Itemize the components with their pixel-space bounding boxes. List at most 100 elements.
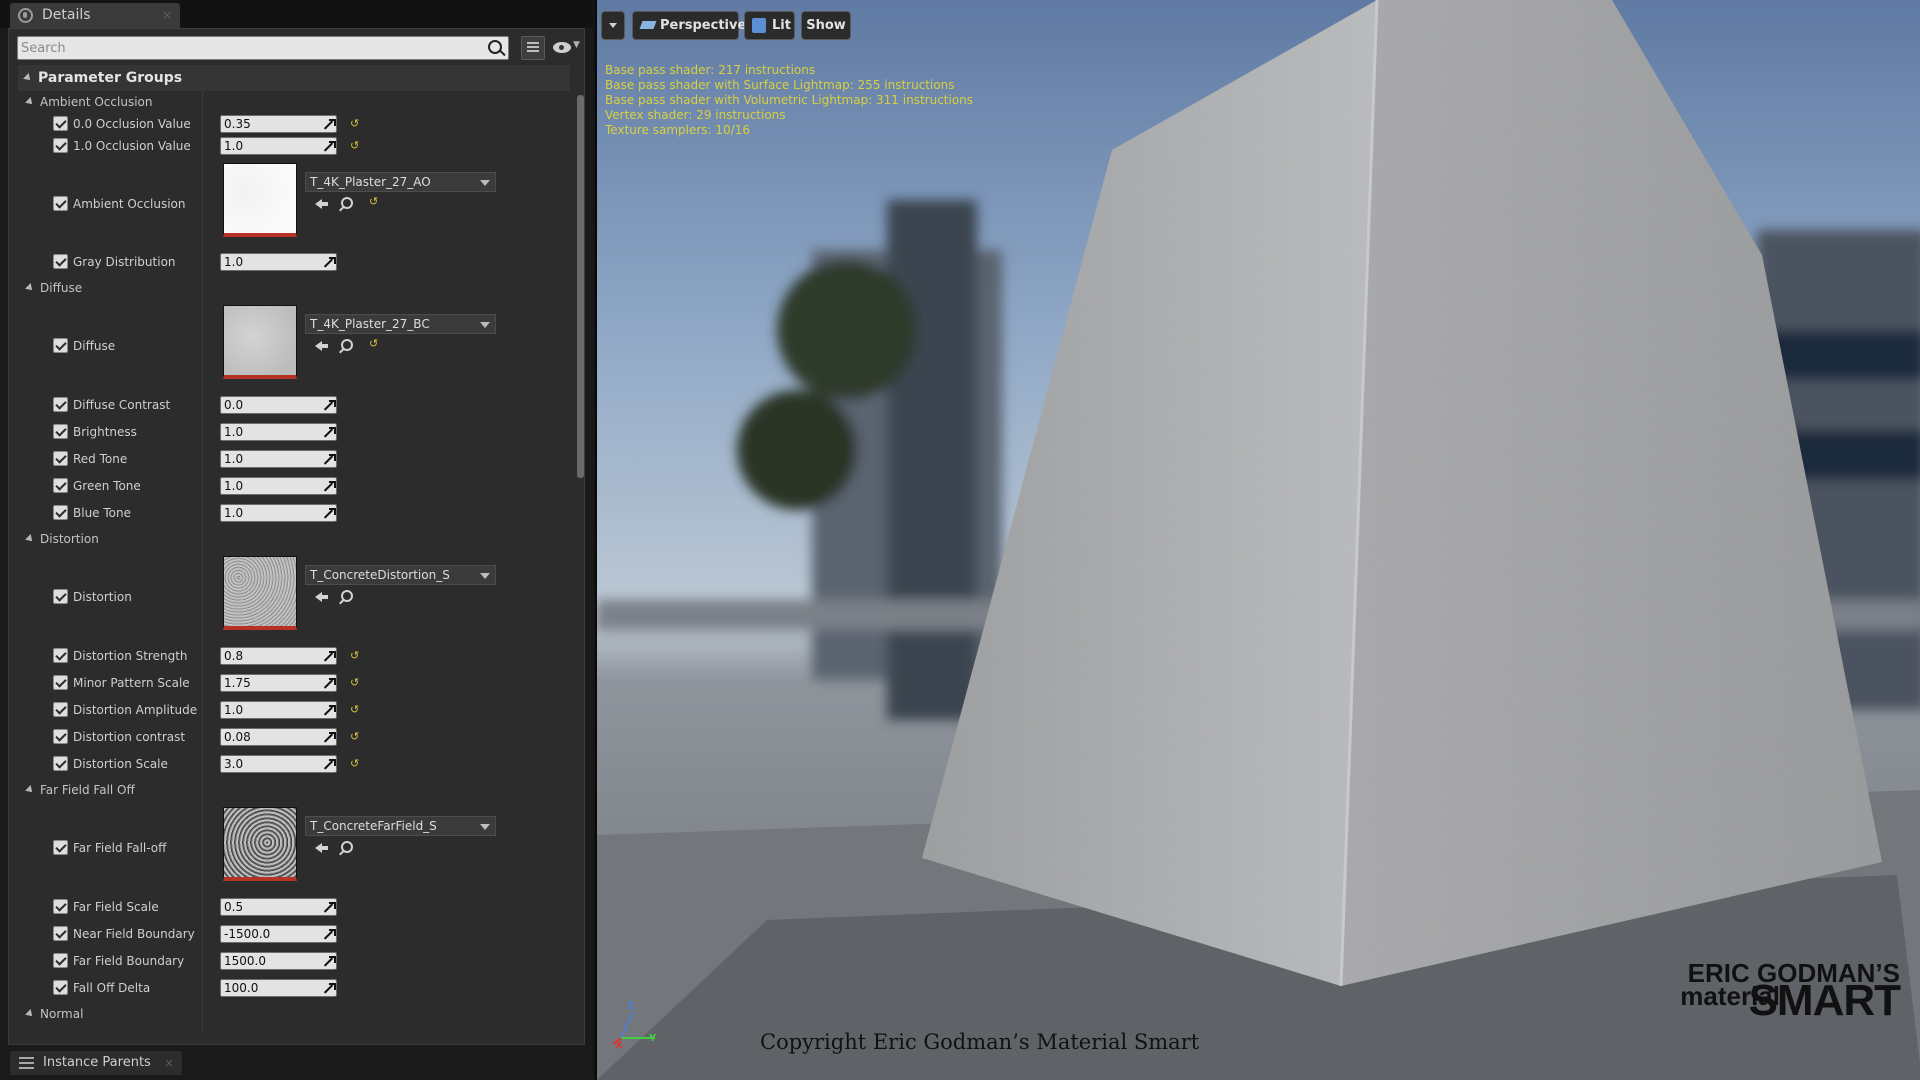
value-field[interactable]: 1.0 (220, 137, 337, 155)
drag-spin-icon[interactable] (323, 956, 336, 967)
override-checkbox[interactable] (53, 980, 68, 995)
close-icon[interactable]: × (164, 1051, 174, 1075)
texture-thumbnail[interactable] (223, 556, 297, 630)
group-diffuse[interactable]: Diffuse (18, 277, 570, 299)
lit-button[interactable]: Lit (744, 11, 795, 40)
reset-to-default-icon[interactable]: ↺ (350, 753, 359, 775)
details-tab[interactable]: Details × (10, 3, 180, 28)
override-checkbox[interactable] (53, 424, 68, 439)
reset-to-default-icon[interactable]: ↺ (350, 699, 359, 721)
viewport[interactable]: Perspective Lit Show Base pass shader: 2… (595, 0, 1920, 1080)
expand-arrow-icon[interactable] (25, 785, 35, 795)
drag-spin-icon[interactable] (323, 929, 336, 940)
drag-spin-icon[interactable] (323, 732, 336, 743)
reset-to-default-icon[interactable]: ↺ (369, 337, 378, 350)
override-checkbox[interactable] (53, 702, 68, 717)
reset-to-default-icon[interactable]: ↺ (369, 195, 378, 208)
browse-search-icon[interactable] (341, 197, 353, 209)
eye-icon[interactable] (553, 42, 571, 53)
drag-spin-icon[interactable] (323, 508, 336, 519)
viewport-options-dropdown[interactable] (601, 11, 625, 40)
drag-spin-icon[interactable] (323, 119, 336, 130)
value-field[interactable]: 0.5 (220, 898, 337, 916)
drag-spin-icon[interactable] (323, 705, 336, 716)
chevron-down-icon[interactable] (480, 322, 490, 328)
override-checkbox[interactable] (53, 116, 68, 131)
reset-to-default-icon[interactable]: ↺ (350, 135, 359, 157)
drag-spin-icon[interactable] (323, 651, 336, 662)
use-selected-arrow-icon[interactable] (315, 198, 328, 210)
chevron-down-icon[interactable] (480, 180, 490, 186)
reset-to-default-icon[interactable]: ↺ (350, 113, 359, 135)
expand-arrow-icon[interactable] (25, 534, 35, 544)
override-checkbox[interactable] (53, 196, 68, 211)
value-field[interactable]: 0.0 (220, 396, 337, 414)
override-checkbox[interactable] (53, 254, 68, 269)
use-selected-arrow-icon[interactable] (315, 340, 328, 352)
drag-spin-icon[interactable] (323, 902, 336, 913)
reset-to-default-icon[interactable]: ↺ (350, 672, 359, 694)
show-button[interactable]: Show (801, 11, 851, 40)
override-checkbox[interactable] (53, 840, 68, 855)
texture-thumbnail[interactable] (223, 163, 297, 237)
chevron-down-icon[interactable] (480, 573, 490, 579)
group-normal[interactable]: Normal (18, 1003, 570, 1025)
value-field[interactable]: 0.08 (220, 728, 337, 746)
expand-arrow-icon[interactable] (23, 73, 33, 83)
drag-spin-icon[interactable] (323, 759, 336, 770)
value-field[interactable]: 100.0 (220, 979, 337, 997)
value-field[interactable]: 1.75 (220, 674, 337, 692)
drag-spin-icon[interactable] (323, 983, 336, 994)
asset-picker[interactable]: T_ConcreteFarField_S (305, 816, 496, 836)
instance-parents-tab[interactable]: Instance Parents × (10, 1051, 182, 1075)
browse-search-icon[interactable] (341, 841, 353, 853)
override-checkbox[interactable] (53, 451, 68, 466)
drag-spin-icon[interactable] (323, 454, 336, 465)
drag-spin-icon[interactable] (323, 141, 336, 152)
texture-thumbnail[interactable] (223, 305, 297, 379)
browse-search-icon[interactable] (341, 590, 353, 602)
scrollbar-thumb[interactable] (577, 95, 584, 478)
expand-arrow-icon[interactable] (25, 1009, 35, 1019)
drag-spin-icon[interactable] (323, 400, 336, 411)
chevron-down-icon[interactable]: ▼ (573, 40, 580, 50)
override-checkbox[interactable] (53, 648, 68, 663)
expand-arrow-icon[interactable] (25, 283, 35, 293)
value-field[interactable]: 0.8 (220, 647, 337, 665)
use-selected-arrow-icon[interactable] (315, 842, 328, 854)
override-checkbox[interactable] (53, 505, 68, 520)
view-options-button[interactable] (521, 36, 545, 60)
value-field[interactable]: 1500.0 (220, 952, 337, 970)
value-field[interactable]: 0.35 (220, 115, 337, 133)
value-field[interactable]: 1.0 (220, 701, 337, 719)
override-checkbox[interactable] (53, 756, 68, 771)
drag-spin-icon[interactable] (323, 257, 336, 268)
value-field[interactable]: 1.0 (220, 423, 337, 441)
value-field[interactable]: 3.0 (220, 755, 337, 773)
override-checkbox[interactable] (53, 338, 68, 353)
perspective-button[interactable]: Perspective (632, 11, 746, 40)
override-checkbox[interactable] (53, 899, 68, 914)
drag-spin-icon[interactable] (323, 678, 336, 689)
group-ambient-occlusion[interactable]: Ambient Occlusion (18, 91, 570, 113)
override-checkbox[interactable] (53, 926, 68, 941)
reset-to-default-icon[interactable]: ↺ (350, 645, 359, 667)
group-far-field-fall-off[interactable]: Far Field Fall Off (18, 779, 570, 801)
reset-to-default-icon[interactable]: ↺ (350, 726, 359, 748)
override-checkbox[interactable] (53, 953, 68, 968)
override-checkbox[interactable] (53, 589, 68, 604)
search-input[interactable] (21, 37, 471, 59)
asset-picker[interactable]: T_4K_Plaster_27_BC (305, 314, 496, 334)
override-checkbox[interactable] (53, 138, 68, 153)
search-icon[interactable] (488, 40, 502, 54)
asset-picker[interactable]: T_ConcreteDistortion_S (305, 565, 496, 585)
override-checkbox[interactable] (53, 729, 68, 744)
group-distortion[interactable]: Distortion (18, 528, 570, 550)
drag-spin-icon[interactable] (323, 427, 336, 438)
expand-arrow-icon[interactable] (25, 97, 35, 107)
override-checkbox[interactable] (53, 675, 68, 690)
value-field[interactable]: 1.0 (220, 253, 337, 271)
drag-spin-icon[interactable] (323, 481, 336, 492)
parameter-groups-header[interactable]: Parameter Groups (18, 65, 570, 91)
chevron-down-icon[interactable] (480, 824, 490, 830)
